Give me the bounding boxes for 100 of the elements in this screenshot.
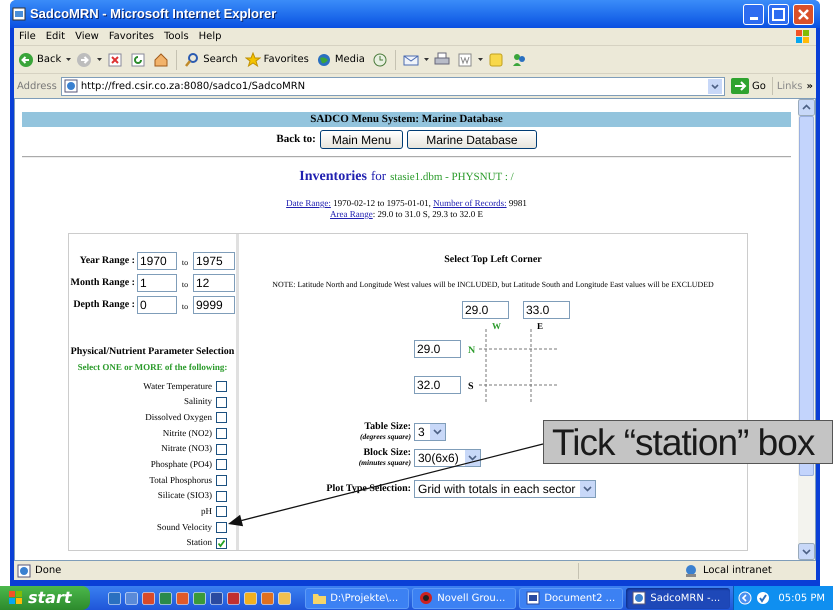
dropdown[interactable]: 30(6x6) xyxy=(414,448,481,467)
quick-launch-icon[interactable] xyxy=(244,592,258,604)
stop-icon[interactable] xyxy=(107,52,124,68)
input-field[interactable]: 29.0 xyxy=(462,300,509,319)
for-label: for xyxy=(370,168,386,183)
checkbox-label: Sound Velocity xyxy=(156,520,212,534)
quick-launch-icon[interactable] xyxy=(142,592,156,604)
window-title: SadcoMRN - Microsoft Internet Explorer xyxy=(30,5,278,24)
address-field[interactable]: http://fred.csir.co.za:8080/sadco1/SadcoMRN xyxy=(60,76,725,96)
input-field[interactable]: 9999 xyxy=(193,296,235,314)
back-button[interactable]: Back xyxy=(16,48,64,70)
caret-icon[interactable] xyxy=(424,58,429,62)
checkbox[interactable] xyxy=(216,538,227,549)
nav-button[interactable]: Main Menu xyxy=(320,130,404,148)
to-label: to xyxy=(180,278,190,290)
quick-launch-icon[interactable] xyxy=(125,592,138,604)
disc-icon xyxy=(419,591,434,605)
quick-launch-icon[interactable] xyxy=(227,592,240,604)
clock: 05:05 PM xyxy=(778,592,826,606)
zone-text: Local intranet xyxy=(703,564,773,578)
refresh-icon[interactable] xyxy=(130,52,146,68)
range-label: Year Range : xyxy=(78,254,136,268)
info-text: : 29.0 to 31.0 S, 29.3 to 32.0 E xyxy=(372,209,483,219)
file-name: stasie1.dbm - PHYSNUT : / xyxy=(390,171,514,183)
page-icon xyxy=(632,591,646,605)
search-button[interactable]: Search xyxy=(182,48,240,70)
to-label: to xyxy=(180,300,190,312)
info-link[interactable]: Number of Records: xyxy=(433,198,507,208)
info-link[interactable]: Date Range: xyxy=(286,198,331,208)
quick-launch-icon[interactable] xyxy=(159,592,172,604)
printer-icon[interactable] xyxy=(434,52,450,68)
clock-icon[interactable] xyxy=(372,52,388,68)
input-field[interactable]: 32.0 xyxy=(414,376,461,394)
home-icon[interactable] xyxy=(153,52,170,68)
document-icon[interactable] xyxy=(456,52,473,68)
dropdown[interactable]: Grid with totals in each sector xyxy=(414,480,596,498)
quick-launch-icon[interactable] xyxy=(108,592,122,604)
section-heading: Physical/Nutrient Parameter Selection xyxy=(70,345,236,359)
menu-item[interactable]: Favorites xyxy=(104,29,160,44)
scroll-up-icon[interactable] xyxy=(798,99,815,116)
checkbox[interactable] xyxy=(216,490,227,502)
range-label: Depth Range : xyxy=(72,298,136,312)
info-link[interactable]: Area Range xyxy=(330,209,373,219)
checkbox-label: pH xyxy=(201,505,212,518)
quick-launch-icon[interactable] xyxy=(261,592,274,604)
input-field[interactable]: 12 xyxy=(193,274,235,292)
network-globe-icon xyxy=(683,564,699,578)
globe-icon xyxy=(316,52,332,68)
taskbar-button[interactable]: Document2 ... xyxy=(519,588,624,608)
page-icon xyxy=(12,7,26,21)
people-icon[interactable] xyxy=(510,52,527,68)
instruction-text: Select ONE or MORE of the following: xyxy=(76,361,228,374)
menu-item[interactable]: Help xyxy=(194,29,226,44)
dropdown[interactable]: 3 xyxy=(414,422,446,441)
page-icon xyxy=(17,564,31,578)
chevron-button[interactable]: » xyxy=(806,78,813,94)
quick-launch-icon[interactable] xyxy=(278,592,292,604)
search-icon xyxy=(184,52,200,68)
taskbar-button[interactable]: D:\Projekte\... xyxy=(305,588,410,608)
menu-item[interactable]: Edit xyxy=(40,29,70,44)
favorites-button[interactable]: Favorites xyxy=(242,48,311,70)
checkbox[interactable] xyxy=(216,428,227,439)
checkbox-label: Phosphate (PO4) xyxy=(150,458,212,472)
minimize-button[interactable] xyxy=(743,4,764,24)
checkbox[interactable] xyxy=(216,396,227,408)
checkbox[interactable] xyxy=(216,380,227,392)
input-field[interactable]: 1970 xyxy=(137,252,177,270)
input-field[interactable]: 0 xyxy=(137,296,177,314)
checkbox[interactable] xyxy=(216,522,227,534)
quick-launch-icon[interactable] xyxy=(176,592,190,604)
menu-item[interactable]: View xyxy=(70,29,104,44)
quick-launch-icon[interactable] xyxy=(210,592,224,604)
address-label: Address xyxy=(17,80,57,94)
checkbox[interactable] xyxy=(216,474,227,486)
caret-icon[interactable] xyxy=(478,58,483,62)
input-field[interactable]: 33.0 xyxy=(523,300,570,319)
expand-tray-icon[interactable] xyxy=(738,591,752,605)
checkbox[interactable] xyxy=(216,459,227,470)
quick-launch-icon[interactable] xyxy=(193,592,206,604)
input-field[interactable]: 29.0 xyxy=(414,340,461,358)
check-icon xyxy=(217,538,226,548)
taskbar-button[interactable]: Novell Grou... xyxy=(412,588,516,608)
maximize-button[interactable] xyxy=(768,4,789,24)
minimize-icon xyxy=(750,16,758,20)
caret-icon[interactable] xyxy=(97,58,102,62)
media-button[interactable]: Media xyxy=(314,48,367,70)
scroll-down-icon[interactable] xyxy=(798,543,815,560)
taskbar-button[interactable]: SadcoMRN -... xyxy=(626,588,730,608)
go-button[interactable]: Go xyxy=(728,78,768,94)
menu-item[interactable]: Tools xyxy=(159,29,194,44)
checkbox[interactable] xyxy=(216,506,227,518)
checkbox[interactable] xyxy=(216,444,227,455)
windows-flag-icon xyxy=(794,28,812,44)
checkbox[interactable] xyxy=(216,412,227,424)
menu-item[interactable]: File xyxy=(14,29,41,44)
nav-button[interactable]: Marine Database xyxy=(407,130,537,148)
caret-icon[interactable] xyxy=(66,58,72,62)
input-field[interactable]: 1 xyxy=(137,274,177,292)
input-field[interactable]: 1975 xyxy=(193,252,235,270)
close-button[interactable] xyxy=(793,4,814,24)
